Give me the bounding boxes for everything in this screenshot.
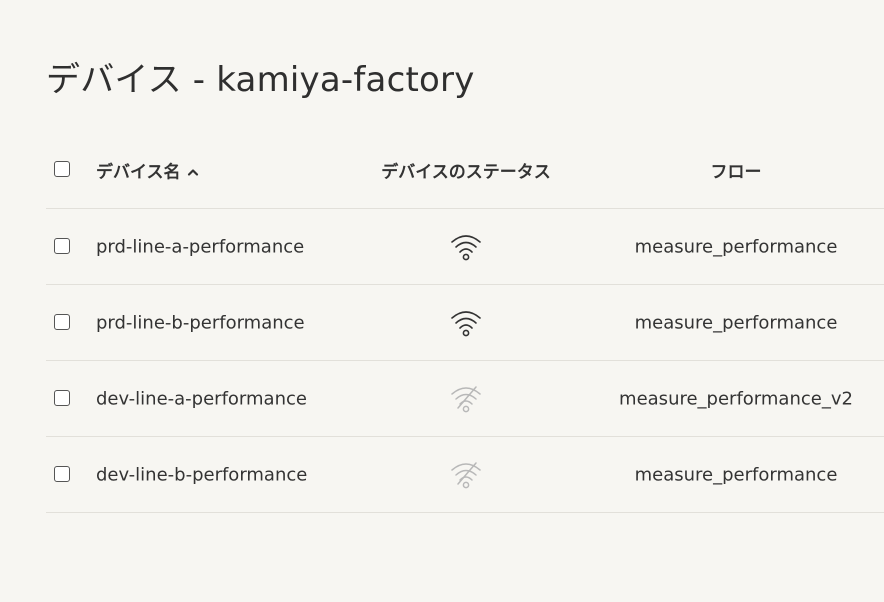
device-status	[396, 384, 536, 414]
row-checkbox[interactable]	[54, 465, 70, 482]
table-row[interactable]: prd-line-b-performance measure_performan…	[46, 285, 884, 361]
wifi-off-icon	[449, 460, 483, 490]
device-table: デバイス名 デバイスのステータス フロー prd-line-a-performa…	[46, 132, 884, 513]
device-flow: measure_performance_v2	[619, 388, 853, 409]
table-row[interactable]: prd-line-a-performance measure_performan…	[46, 209, 884, 285]
device-name[interactable]: dev-line-a-performance	[96, 388, 307, 409]
page-title: デバイス - kamiya-factory	[46, 60, 475, 100]
device-name[interactable]: prd-line-b-performance	[96, 312, 305, 333]
device-flow: measure_performance	[634, 236, 838, 257]
row-checkbox[interactable]	[54, 313, 70, 330]
wifi-icon	[449, 232, 483, 262]
device-status	[396, 308, 536, 338]
device-flow: measure_performance	[634, 312, 838, 333]
chevron-up-icon[interactable]	[187, 163, 199, 183]
device-flow: measure_performance	[634, 464, 838, 485]
device-status	[396, 460, 536, 490]
column-header-device-name[interactable]: デバイス名	[96, 158, 199, 183]
device-status	[396, 232, 536, 262]
row-checkbox[interactable]	[54, 389, 70, 406]
device-list-page: デバイス - kamiya-factory デバイス名 デバイスのステータス フ…	[0, 0, 884, 602]
select-all-checkbox[interactable]	[54, 161, 70, 177]
table-header-row: デバイス名 デバイスのステータス フロー	[46, 132, 884, 209]
column-header-flow[interactable]: フロー	[606, 158, 866, 183]
wifi-icon	[449, 308, 483, 338]
wifi-off-icon	[449, 384, 483, 414]
table-row[interactable]: dev-line-b-performance measure_performan…	[46, 437, 884, 513]
table-row[interactable]: dev-line-a-performance measure_performan…	[46, 361, 884, 437]
device-name[interactable]: prd-line-a-performance	[96, 236, 304, 257]
column-header-device-name-label: デバイス名	[96, 162, 181, 183]
row-checkbox[interactable]	[54, 237, 70, 254]
device-name[interactable]: dev-line-b-performance	[96, 464, 307, 485]
column-header-device-status[interactable]: デバイスのステータス	[346, 158, 586, 183]
